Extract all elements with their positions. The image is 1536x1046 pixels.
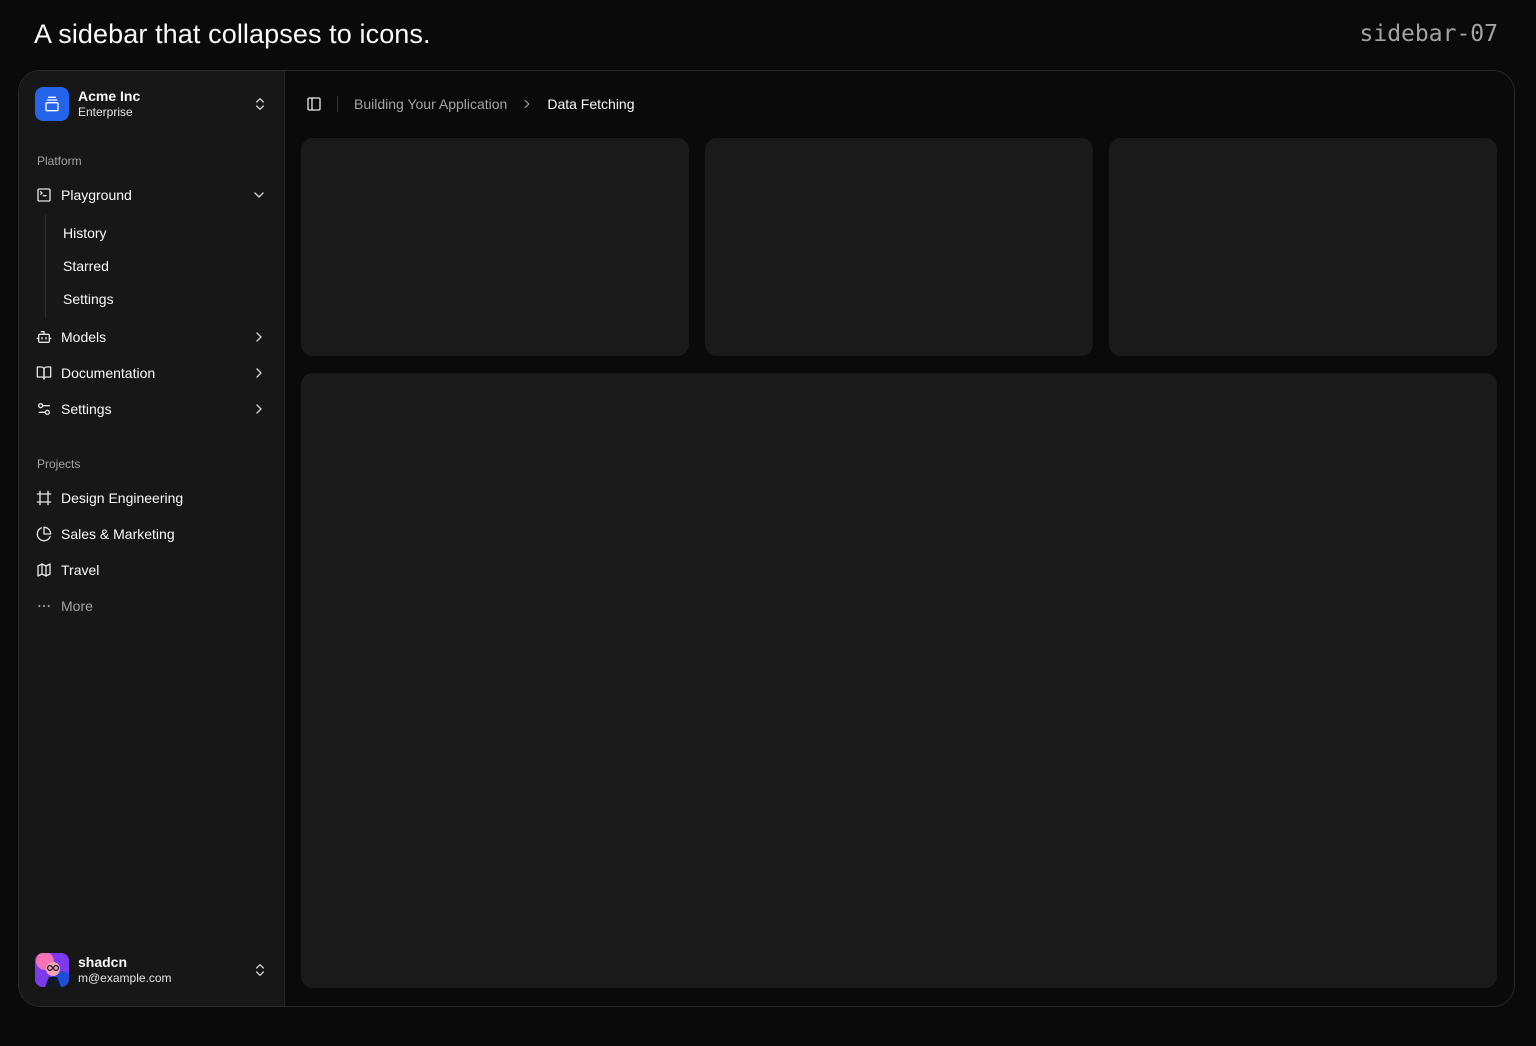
user-info: shadcn m@example.com	[78, 954, 252, 985]
sidebar-item-documentation[interactable]: Documentation	[27, 357, 276, 389]
user-email: m@example.com	[78, 971, 172, 986]
submenu-item-history[interactable]: History	[54, 218, 268, 248]
team-info: Acme Inc Enterprise	[78, 88, 252, 119]
topbar-divider	[337, 96, 338, 112]
chevron-right-icon	[520, 97, 534, 111]
top-bar: Building Your Application Data Fetching	[285, 71, 1514, 137]
sidebar-item-settings[interactable]: Settings	[27, 393, 276, 425]
panel-left-icon	[307, 97, 321, 111]
app-frame: Acme Inc Enterprise Platform Playground …	[18, 70, 1515, 1007]
project-item-label: Design Engineering	[61, 490, 184, 506]
map-icon	[36, 562, 52, 578]
placeholder-panel	[301, 373, 1497, 988]
sidebar-item-playground[interactable]: Playground	[27, 179, 276, 211]
sidebar-item-label: Playground	[61, 187, 132, 203]
breadcrumb-current-page: Data Fetching	[547, 96, 635, 112]
settings-2-icon	[36, 401, 52, 417]
main-content: Building Your Application Data Fetching	[285, 71, 1514, 1006]
submenu-item-settings[interactable]: Settings	[54, 284, 268, 314]
book-open-icon	[36, 365, 52, 381]
projects-more-button[interactable]: More	[27, 590, 276, 622]
chevron-right-icon	[251, 401, 267, 417]
frame-icon	[36, 490, 52, 506]
sidebar-toggle-button[interactable]	[303, 93, 325, 115]
sidebar: Acme Inc Enterprise Platform Playground …	[19, 71, 285, 1006]
chevron-right-icon	[251, 329, 267, 345]
submenu-item-starred[interactable]: Starred	[54, 251, 268, 281]
project-item-label: Sales & Marketing	[61, 526, 175, 542]
project-item-label: Travel	[61, 562, 100, 578]
breadcrumb-link[interactable]: Building Your Application	[354, 96, 507, 112]
team-name: Acme Inc	[78, 88, 141, 105]
chevrons-up-down-icon	[256, 964, 264, 976]
avatar	[35, 953, 69, 987]
breadcrumb: Building Your Application Data Fetching	[354, 96, 635, 112]
placeholder-card	[705, 138, 1093, 356]
sidebar-item-models[interactable]: Models	[27, 321, 276, 353]
card-grid	[301, 138, 1497, 356]
page-title: A sidebar that collapses to icons.	[34, 18, 431, 49]
more-label: More	[61, 598, 93, 614]
page-slug: sidebar-07	[1359, 21, 1498, 47]
sidebar-item-label: Settings	[61, 401, 112, 417]
project-item-sales-marketing[interactable]: Sales & Marketing	[27, 518, 276, 550]
project-item-design-engineering[interactable]: Design Engineering	[27, 482, 276, 514]
team-switcher[interactable]: Acme Inc Enterprise	[27, 80, 276, 128]
playground-submenu: History Starred Settings	[45, 215, 268, 317]
pie-chart-icon	[36, 526, 52, 542]
project-item-travel[interactable]: Travel	[27, 554, 276, 586]
sidebar-item-label: Models	[61, 329, 107, 345]
placeholder-card	[301, 138, 689, 356]
more-horizontal-icon	[36, 598, 52, 614]
placeholder-card	[1109, 138, 1497, 356]
square-terminal-icon	[36, 187, 52, 203]
team-plan: Enterprise	[78, 105, 133, 120]
chevron-right-icon	[251, 365, 267, 381]
user-switcher[interactable]: shadcn m@example.com	[27, 946, 276, 994]
chevrons-up-down-icon	[256, 98, 264, 110]
sidebar-item-label: Documentation	[61, 365, 156, 381]
chevron-down-icon	[251, 187, 267, 203]
gallery-vertical-end-icon	[35, 87, 69, 121]
projects-group-label: Projects	[37, 457, 81, 471]
bot-icon	[36, 329, 52, 345]
platform-group-label: Platform	[37, 154, 82, 168]
user-name: shadcn	[78, 954, 128, 971]
page-header: A sidebar that collapses to icons. sideb…	[34, 14, 1498, 54]
